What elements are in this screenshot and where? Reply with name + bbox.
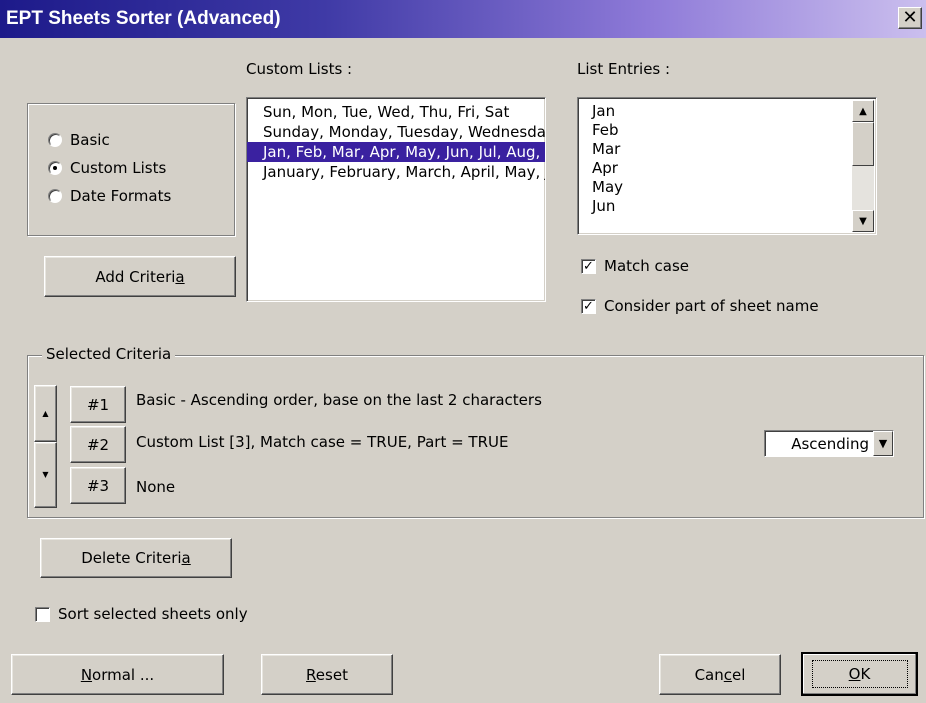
delete-criteria-button[interactable]: Delete Criteria: [40, 538, 232, 578]
move-up-button[interactable]: ▲: [34, 385, 57, 442]
criteria-3-button[interactable]: #3: [70, 467, 126, 504]
part-of-name-label: Consider part of sheet name: [604, 297, 819, 315]
part-of-name-checkbox[interactable]: ✓ Consider part of sheet name: [581, 297, 819, 315]
scroll-up-button[interactable]: ▲: [852, 100, 874, 122]
up-arrow-icon: ▲: [859, 105, 867, 117]
down-arrow-icon: ▼: [859, 215, 867, 227]
sort-selected-label: Sort selected sheets only: [58, 605, 248, 623]
title-bar[interactable]: EPT Sheets Sorter (Advanced) ✕: [0, 0, 926, 38]
criteria-3-text: None: [136, 478, 176, 496]
radio-custom-lists-indicator[interactable]: [48, 161, 62, 175]
list-item[interactable]: Sun, Mon, Tue, Wed, Thu, Fri, Sat: [247, 102, 545, 122]
delete-criteria-label: Delete Criteria: [81, 549, 191, 567]
list-entries-listbox[interactable]: Jan Feb Mar Apr May Jun ▲ ▼: [577, 97, 877, 235]
reset-label: Reset: [306, 665, 348, 684]
radio-basic[interactable]: Basic: [48, 131, 110, 149]
criteria-2-text: Custom List [3], Match case = TRUE, Part…: [136, 433, 509, 451]
custom-lists-label: Custom Lists :: [246, 60, 353, 78]
sort-order-select[interactable]: Ascending ▼: [764, 430, 894, 457]
part-of-name-box[interactable]: ✓: [581, 298, 596, 314]
cancel-label: Cancel: [694, 665, 746, 684]
list-entry[interactable]: Apr: [578, 159, 876, 178]
radio-custom-lists-label: Custom Lists: [70, 159, 167, 177]
ok-label: OK: [811, 660, 908, 688]
match-case-checkbox[interactable]: ✓ Match case: [581, 257, 689, 275]
criteria-1-num: #1: [86, 395, 110, 414]
move-down-button[interactable]: ▼: [34, 442, 57, 508]
normal-label: Normal ...: [80, 665, 155, 684]
list-entry[interactable]: Jan: [578, 102, 876, 121]
scroll-down-button[interactable]: ▼: [852, 210, 874, 232]
dropdown-arrow-icon[interactable]: ▼: [873, 431, 893, 456]
list-entry[interactable]: Jun: [578, 197, 876, 216]
radio-date-formats[interactable]: Date Formats: [48, 187, 171, 205]
match-case-label: Match case: [604, 257, 690, 275]
ok-button[interactable]: OK: [801, 652, 918, 696]
window-title: EPT Sheets Sorter (Advanced): [6, 8, 281, 29]
selected-criteria-title: Selected Criteria: [42, 345, 176, 363]
add-criteria-label: Add Criteria: [95, 267, 185, 286]
criteria-2-num: #2: [86, 435, 110, 454]
add-criteria-button[interactable]: Add Criteria: [44, 256, 236, 297]
criteria-2-button[interactable]: #2: [70, 426, 126, 463]
sort-order-value: Ascending: [791, 434, 869, 453]
move-down-icon: ▼: [42, 470, 49, 479]
list-item[interactable]: January, February, March, April, May, Ju…: [247, 162, 545, 182]
close-icon: ✕: [902, 7, 918, 28]
criteria-1-button[interactable]: #1: [70, 386, 126, 423]
criteria-3-num: #3: [86, 476, 110, 495]
normal-button[interactable]: Normal ...: [11, 654, 224, 695]
scroll-thumb[interactable]: [852, 122, 874, 166]
list-entries-label: List Entries :: [577, 60, 671, 78]
close-button[interactable]: ✕: [898, 7, 922, 29]
match-case-box[interactable]: ✓: [581, 258, 596, 274]
cancel-button[interactable]: Cancel: [659, 654, 781, 695]
radio-custom-lists[interactable]: Custom Lists: [48, 159, 166, 177]
list-item[interactable]: Sunday, Monday, Tuesday, Wednesday, Thur…: [247, 122, 545, 142]
criteria-1-text: Basic - Ascending order, base on the las…: [136, 391, 542, 409]
dialog-window: EPT Sheets Sorter (Advanced) ✕ Basic Cus…: [0, 0, 926, 703]
sort-selected-box[interactable]: [35, 606, 50, 622]
radio-basic-label: Basic: [70, 131, 110, 149]
radio-date-formats-label: Date Formats: [70, 187, 172, 205]
sort-selected-checkbox[interactable]: Sort selected sheets only: [35, 605, 248, 623]
list-item-selected[interactable]: Jan, Feb, Mar, Apr, May, Jun, Jul, Aug, …: [247, 142, 545, 162]
radio-basic-indicator[interactable]: [48, 133, 62, 147]
reset-button[interactable]: Reset: [261, 654, 393, 695]
custom-lists-listbox[interactable]: Sun, Mon, Tue, Wed, Thu, Fri, Sat Sunday…: [246, 97, 546, 302]
list-entry[interactable]: May: [578, 178, 876, 197]
move-up-icon: ▲: [42, 408, 49, 418]
list-entry[interactable]: Feb: [578, 121, 876, 140]
list-entries-scrollbar[interactable]: ▲ ▼: [852, 100, 874, 232]
list-entry[interactable]: Mar: [578, 140, 876, 159]
radio-date-formats-indicator[interactable]: [48, 189, 62, 203]
